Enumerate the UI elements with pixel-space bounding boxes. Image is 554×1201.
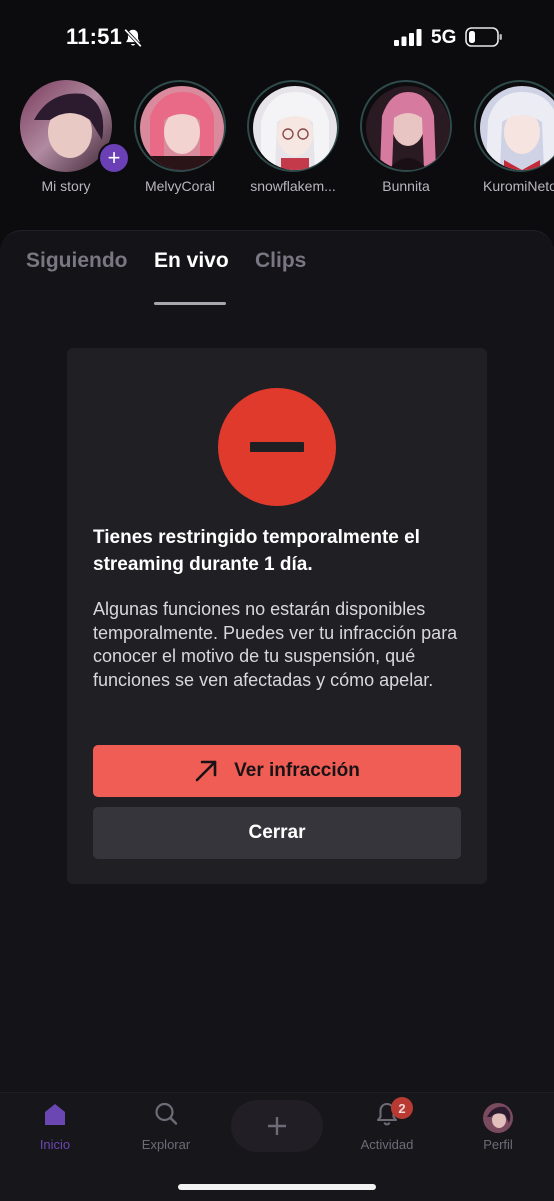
story-name: Mi story bbox=[41, 178, 91, 194]
tab-en-vivo[interactable]: En vivo bbox=[154, 249, 229, 273]
arrow-up-right-icon bbox=[195, 760, 217, 782]
tab-clips[interactable]: Clips bbox=[255, 249, 306, 273]
story-ring bbox=[247, 80, 339, 172]
restriction-dialog: Tienes restringido temporalmente el stre… bbox=[67, 348, 487, 884]
story-name: KuromiNeto bbox=[483, 178, 554, 194]
view-infraction-button[interactable]: Ver infracción bbox=[93, 745, 461, 797]
view-infraction-label: Ver infracción bbox=[234, 760, 360, 781]
battery-icon bbox=[465, 27, 502, 47]
signal-icon bbox=[394, 29, 422, 46]
story-name: snowflakem... bbox=[250, 178, 336, 194]
nav-label: Inicio bbox=[39, 1137, 71, 1152]
avatar bbox=[366, 86, 450, 170]
nav-label: Actividad bbox=[360, 1137, 414, 1152]
nav-perfil[interactable]: Perfil bbox=[453, 1101, 543, 1161]
search-icon bbox=[155, 1102, 178, 1125]
story-kurominet[interactable]: KuromiNeto bbox=[470, 80, 554, 200]
dialog-body: Algunas funciones no estarán disponibles… bbox=[93, 599, 458, 690]
story-my-story[interactable]: + Mi story bbox=[16, 80, 130, 200]
nav-label: Explorar bbox=[141, 1137, 191, 1152]
notification-badge: 2 bbox=[391, 1097, 413, 1119]
story-ring bbox=[474, 80, 554, 172]
nav-explorar[interactable]: Explorar bbox=[121, 1101, 211, 1161]
stories-row: + Mi story MelvyCoral snowflakem... Bunn… bbox=[0, 80, 554, 200]
network-type: 5G bbox=[431, 27, 457, 48]
minus-icon bbox=[250, 442, 304, 452]
story-snowflakem[interactable]: snowflakem... bbox=[243, 80, 343, 200]
plus-icon bbox=[268, 1117, 286, 1135]
nav-label: Perfil bbox=[483, 1137, 513, 1152]
add-story-button[interactable]: + bbox=[98, 142, 130, 174]
home-indicator[interactable] bbox=[178, 1184, 376, 1190]
home-icon bbox=[45, 1104, 65, 1125]
bell-slash-icon bbox=[124, 28, 142, 48]
avatar bbox=[483, 1103, 513, 1133]
avatar bbox=[253, 86, 337, 170]
nav-actividad[interactable]: 2 Actividad bbox=[342, 1097, 432, 1161]
story-ring bbox=[360, 80, 452, 172]
tab-siguiendo[interactable]: Siguiendo bbox=[26, 249, 128, 273]
restricted-icon bbox=[218, 388, 336, 506]
status-bar: 11:51 5G bbox=[0, 0, 554, 76]
clock: 11:51 bbox=[66, 24, 123, 49]
story-melvycoral[interactable]: MelvyCoral bbox=[130, 80, 230, 200]
nav-inicio[interactable]: Inicio bbox=[10, 1101, 100, 1161]
active-tab-indicator bbox=[154, 302, 226, 305]
story-name: Bunnita bbox=[382, 178, 430, 194]
dialog-title: Tienes restringido temporalmente el stre… bbox=[93, 527, 420, 575]
create-button[interactable] bbox=[231, 1100, 323, 1152]
story-ring bbox=[134, 80, 226, 172]
avatar bbox=[480, 86, 554, 170]
close-label: Cerrar bbox=[248, 822, 306, 843]
close-button[interactable]: Cerrar bbox=[93, 807, 461, 859]
avatar bbox=[140, 86, 224, 170]
story-bunnita[interactable]: Bunnita bbox=[356, 80, 456, 200]
story-name: MelvyCoral bbox=[144, 178, 215, 194]
